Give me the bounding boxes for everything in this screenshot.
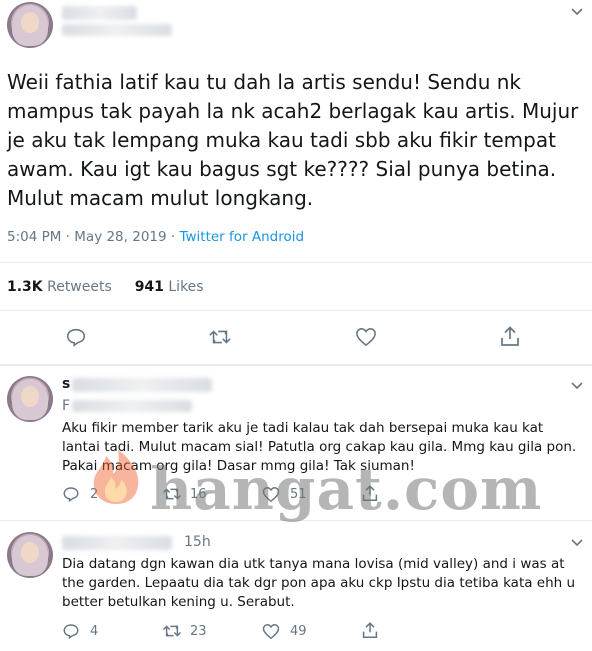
tweet-text: Weii fathia latif kau tu dah la artis se… bbox=[7, 70, 579, 210]
reply-button[interactable]: 4 bbox=[62, 622, 98, 640]
tweet-stats: 1.3K Retweets 941 Likes bbox=[7, 279, 204, 295]
tweet-time[interactable]: 5:04 PM · May 28, 2019 · bbox=[7, 229, 179, 245]
like-button[interactable] bbox=[355, 327, 377, 347]
reply-avatar[interactable] bbox=[7, 532, 53, 578]
share-button[interactable] bbox=[500, 325, 520, 347]
chevron-down-icon[interactable] bbox=[570, 378, 584, 396]
reply-handle-blurred[interactable] bbox=[72, 400, 192, 412]
tweet-client-link[interactable]: Twitter for Android bbox=[179, 229, 304, 245]
reply-time[interactable]: 15h bbox=[184, 534, 211, 550]
retweet-count: 23 bbox=[190, 623, 207, 639]
retweet-icon bbox=[163, 625, 181, 637]
retweet-icon bbox=[209, 330, 231, 344]
share-icon bbox=[501, 326, 519, 346]
likes-stat[interactable]: 941 Likes bbox=[135, 279, 204, 295]
author-avatar[interactable] bbox=[7, 2, 53, 48]
like-count: 49 bbox=[290, 624, 307, 639]
tweet-timestamp: 5:04 PM · May 28, 2019 · Twitter for And… bbox=[7, 229, 304, 245]
reply-button[interactable] bbox=[65, 326, 87, 348]
chevron-down-icon[interactable] bbox=[570, 4, 584, 22]
reply-count: 4 bbox=[90, 623, 99, 639]
reply-avatar[interactable] bbox=[7, 376, 53, 422]
reply-icon bbox=[63, 487, 79, 503]
reply-author-initial[interactable]: s bbox=[62, 376, 70, 392]
reply-handle-initial[interactable]: F bbox=[62, 398, 70, 414]
reply-author-name-blurred[interactable] bbox=[72, 378, 212, 392]
retweet-button[interactable] bbox=[208, 326, 232, 348]
reply-author-name-blurred[interactable] bbox=[62, 536, 172, 550]
watermark-flame-icon bbox=[84, 444, 148, 512]
share-button[interactable] bbox=[362, 621, 378, 639]
heart-icon bbox=[262, 624, 280, 640]
share-icon bbox=[362, 622, 378, 638]
divider bbox=[0, 262, 592, 263]
heart-icon bbox=[356, 328, 376, 347]
divider bbox=[0, 364, 592, 366]
author-handle-blurred[interactable] bbox=[62, 24, 172, 36]
chevron-down-icon[interactable] bbox=[570, 535, 584, 553]
retweets-stat[interactable]: 1.3K Retweets bbox=[7, 279, 112, 295]
reply-icon bbox=[63, 624, 79, 640]
reply-icon bbox=[66, 328, 86, 347]
retweet-button[interactable]: 23 bbox=[162, 622, 207, 640]
reply-text: Dia datang dgn kawan dia utk tanya mana … bbox=[62, 556, 576, 610]
watermark-text: hangat.com bbox=[150, 455, 543, 523]
divider bbox=[0, 310, 592, 311]
author-name-blurred[interactable] bbox=[62, 6, 137, 20]
like-button[interactable]: 49 bbox=[262, 623, 307, 640]
